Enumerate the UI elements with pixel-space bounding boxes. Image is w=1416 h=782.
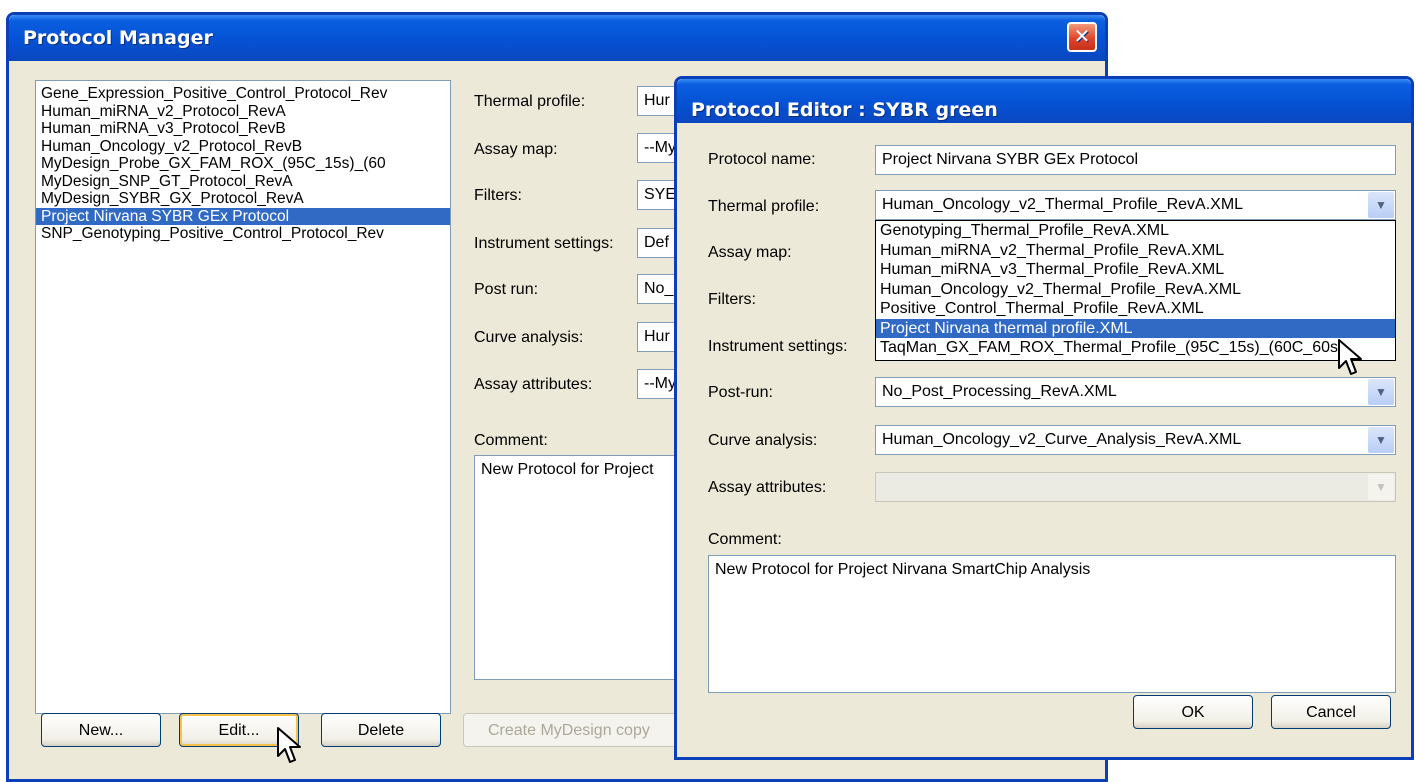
protocol-list-item[interactable]: Gene_Expression_Positive_Control_Protoco…	[36, 85, 450, 103]
curve-analysis-value: Human_Oncology_v2_Curve_Analysis_RevA.XM…	[882, 431, 1242, 448]
assay-map-label: Assay map:	[708, 244, 792, 261]
filters-label: Filters:	[708, 291, 756, 308]
post-run-select[interactable]: No_Post_Processing_RevA.XML ▼	[875, 377, 1396, 407]
thermal-profile-label: Thermal profile:	[708, 198, 820, 215]
chevron-down-icon: ▼	[1368, 474, 1394, 500]
protocol-manager-titlebar[interactable]: Protocol Manager ✕	[9, 15, 1105, 61]
assay-attributes-select[interactable]: ▼	[875, 472, 1396, 502]
post-run-value: No_Post_Processing_RevA.XML	[882, 383, 1117, 400]
comment-text: New Protocol for Project Nirvana SmartCh…	[715, 561, 1091, 578]
protocol-name-value: Project Nirvana SYBR GEx Protocol	[882, 151, 1139, 168]
post-run-label: Post-run:	[708, 384, 773, 401]
protocol-list-item-selected[interactable]: Project Nirvana SYBR GEx Protocol	[36, 207, 450, 225]
window-title: Protocol Manager	[23, 27, 213, 49]
comment-text: New Protocol for Project	[481, 461, 654, 478]
thermal-profile-option-highlighted[interactable]: Project Nirvana thermal profile.XML	[876, 318, 1395, 338]
thermal-profile-option[interactable]: Genotyping_Thermal_Profile_RevA.XML	[876, 221, 1395, 241]
protocol-list-item[interactable]: MyDesign_SYBR_GX_Protocol_RevA	[36, 190, 450, 208]
curve-analysis-select[interactable]: Human_Oncology_v2_Curve_Analysis_RevA.XM…	[875, 425, 1396, 455]
comment-textarea[interactable]: New Protocol for Project	[474, 455, 704, 680]
new-button[interactable]: New...	[41, 713, 161, 747]
delete-button[interactable]: Delete	[321, 713, 441, 747]
assay-attributes-label: Assay attributes:	[474, 376, 593, 393]
chevron-down-icon[interactable]: ▼	[1368, 379, 1394, 405]
thermal-profile-select[interactable]: Human_Oncology_v2_Thermal_Profile_RevA.X…	[875, 190, 1396, 220]
protocol-list-item[interactable]: Human_miRNA_v2_Protocol_RevA	[36, 103, 450, 121]
assay-attributes-value: --My	[644, 375, 676, 392]
post-run-value: No_	[644, 280, 674, 297]
assay-map-label: Assay map:	[474, 141, 558, 158]
thermal-profile-dropdown-list[interactable]: Genotyping_Thermal_Profile_RevA.XML Huma…	[875, 220, 1396, 361]
protocol-name-input[interactable]: Project Nirvana SYBR GEx Protocol	[875, 145, 1396, 175]
filters-label: Filters:	[474, 187, 522, 204]
curve-analysis-label: Curve analysis:	[708, 432, 818, 449]
chevron-down-icon[interactable]: ▼	[1368, 192, 1394, 218]
thermal-profile-value: Hur	[644, 92, 670, 109]
protocol-list-item[interactable]: MyDesign_SNP_GT_Protocol_RevA	[36, 173, 450, 191]
protocol-list-item[interactable]: MyDesign_Probe_GX_FAM_ROX_(95C_15s)_(60	[36, 155, 450, 173]
curve-analysis-label: Curve analysis:	[474, 329, 584, 346]
curve-analysis-value: Hur	[644, 328, 670, 345]
thermal-profile-option[interactable]: Human_miRNA_v2_Thermal_Profile_RevA.XML	[876, 241, 1395, 261]
protocol-list-item[interactable]: Human_miRNA_v3_Protocol_RevB	[36, 120, 450, 138]
thermal-profile-option[interactable]: Human_Oncology_v2_Thermal_Profile_RevA.X…	[876, 280, 1395, 300]
filters-value: SYE	[644, 186, 677, 203]
protocol-editor-window: Protocol Editor : SYBR green Protocol na…	[674, 76, 1414, 760]
thermal-profile-option[interactable]: Positive_Control_Thermal_Profile_RevA.XM…	[876, 299, 1395, 319]
instrument-settings-value: Def	[644, 234, 669, 251]
assay-attributes-label: Assay attributes:	[708, 479, 827, 496]
comment-label: Comment:	[708, 531, 782, 548]
instrument-settings-label: Instrument settings:	[474, 235, 614, 252]
comment-textarea[interactable]: New Protocol for Project Nirvana SmartCh…	[708, 555, 1396, 693]
edit-button[interactable]: Edit...	[179, 713, 299, 747]
thermal-profile-option[interactable]: TaqMan_GX_FAM_ROX_Thermal_Profile_(95C_1…	[876, 338, 1395, 358]
chevron-down-icon[interactable]: ▼	[1368, 427, 1394, 453]
protocol-name-label: Protocol name:	[708, 151, 816, 168]
protocol-list-item[interactable]: SNP_Genotyping_Positive_Control_Protocol…	[36, 225, 450, 243]
assay-map-value: --My	[644, 139, 676, 156]
post-run-label: Post run:	[474, 281, 539, 298]
create-mydesign-copy-button[interactable]: Create MyDesign copy	[463, 713, 703, 747]
window-title: Protocol Editor : SYBR green	[691, 99, 998, 121]
protocol-editor-titlebar[interactable]: Protocol Editor : SYBR green	[677, 79, 1411, 123]
protocol-list[interactable]: Gene_Expression_Positive_Control_Protoco…	[35, 80, 451, 714]
thermal-profile-label: Thermal profile:	[474, 93, 586, 110]
close-icon[interactable]: ✕	[1067, 22, 1097, 52]
cancel-button[interactable]: Cancel	[1271, 695, 1391, 729]
instrument-settings-label: Instrument settings:	[708, 338, 848, 355]
protocol-list-item[interactable]: Human_Oncology_v2_Protocol_RevB	[36, 138, 450, 156]
thermal-profile-value: Human_Oncology_v2_Thermal_Profile_RevA.X…	[882, 196, 1244, 213]
thermal-profile-option[interactable]: Human_miRNA_v3_Thermal_Profile_RevA.XML	[876, 260, 1395, 280]
comment-label: Comment:	[474, 432, 548, 449]
ok-button[interactable]: OK	[1133, 695, 1253, 729]
